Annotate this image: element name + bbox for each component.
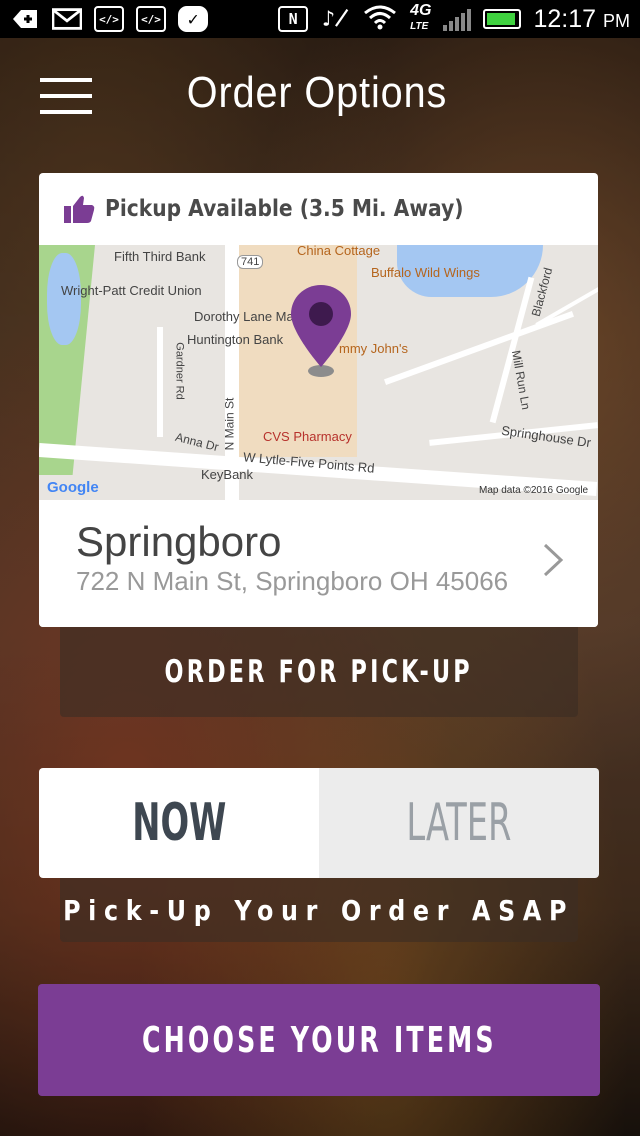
code-icon: </> (136, 6, 166, 32)
mute-icon: ♪̸ (321, 6, 349, 32)
route-marker: 741 (237, 255, 264, 269)
map-attribution: Map data ©2016 Google (479, 485, 589, 496)
location-map[interactable]: Fifth Third Bank 741 China Cottage Buffa… (39, 245, 598, 500)
now-toggle[interactable]: NOW (39, 768, 319, 878)
map-label: Wright-Patt Credit Union (61, 283, 202, 298)
map-label: China Cottage (297, 245, 381, 258)
gmail-icon (52, 6, 82, 32)
choose-items-label: CHOOSE YOUR ITEMS (141, 1019, 497, 1061)
store-address: 722 N Main St, Springboro OH 45066 (76, 566, 509, 596)
google-logo: Google (47, 479, 99, 496)
map-label: Mill Run Ln (508, 349, 534, 411)
status-bar: </> </> ✓ N ♪̸ 4G LTE 12:17 PM (0, 0, 640, 38)
chevron-right-icon (543, 543, 564, 577)
page-title: Order Options (186, 68, 448, 117)
wifi-icon (362, 4, 398, 34)
timing-toggle: NOW LATER (39, 768, 599, 878)
map-label: CVS Pharmacy (263, 429, 352, 444)
store-name: Springboro (76, 518, 282, 565)
map-label: Dorothy Lane Ma (194, 309, 294, 324)
map-pin-icon (291, 285, 351, 377)
battery-icon (483, 9, 522, 29)
code-icon: </> (94, 6, 124, 32)
map-label: Huntington Bank (187, 332, 284, 347)
map-label: N Main St (222, 397, 237, 451)
timing-note-text: Pick-Up Your Order ASAP (63, 893, 575, 927)
timing-note: Pick-Up Your Order ASAP (60, 878, 578, 942)
check-app-icon: ✓ (178, 6, 208, 32)
map-label: Fifth Third Bank (114, 249, 206, 264)
add-icon (10, 6, 40, 32)
gardner-road (157, 327, 163, 437)
later-label: LATER (406, 793, 512, 853)
signal-icon (443, 7, 472, 31)
lake (47, 253, 81, 345)
pickup-availability: Pickup Available (3.5 Mi. Away) (39, 173, 598, 245)
order-type-label: ORDER FOR PICK-UP (164, 654, 474, 690)
now-label: NOW (131, 793, 226, 853)
choose-items-button[interactable]: CHOOSE YOUR ITEMS (38, 984, 600, 1096)
network-indicator: 4G LTE (410, 2, 432, 33)
location-card: Pickup Available (3.5 Mi. Away) Fifth Th… (39, 173, 598, 627)
side-road (384, 310, 574, 386)
later-toggle[interactable]: LATER (319, 768, 599, 878)
order-type-button[interactable]: ORDER FOR PICK-UP (60, 627, 578, 717)
store-selector[interactable]: Springboro 722 N Main St, Springboro OH … (39, 500, 598, 627)
clock: 12:17 PM (533, 4, 630, 33)
map-label: Gardner Rd (173, 342, 186, 400)
map-label: Anna Dr (173, 429, 221, 455)
nfc-icon: N (278, 6, 309, 32)
map-label: KeyBank (201, 467, 254, 482)
map-label: Buffalo Wild Wings (371, 265, 480, 280)
pickup-availability-text: Pickup Available (3.5 Mi. Away) (105, 196, 464, 222)
thumbs-up-icon (64, 195, 95, 223)
